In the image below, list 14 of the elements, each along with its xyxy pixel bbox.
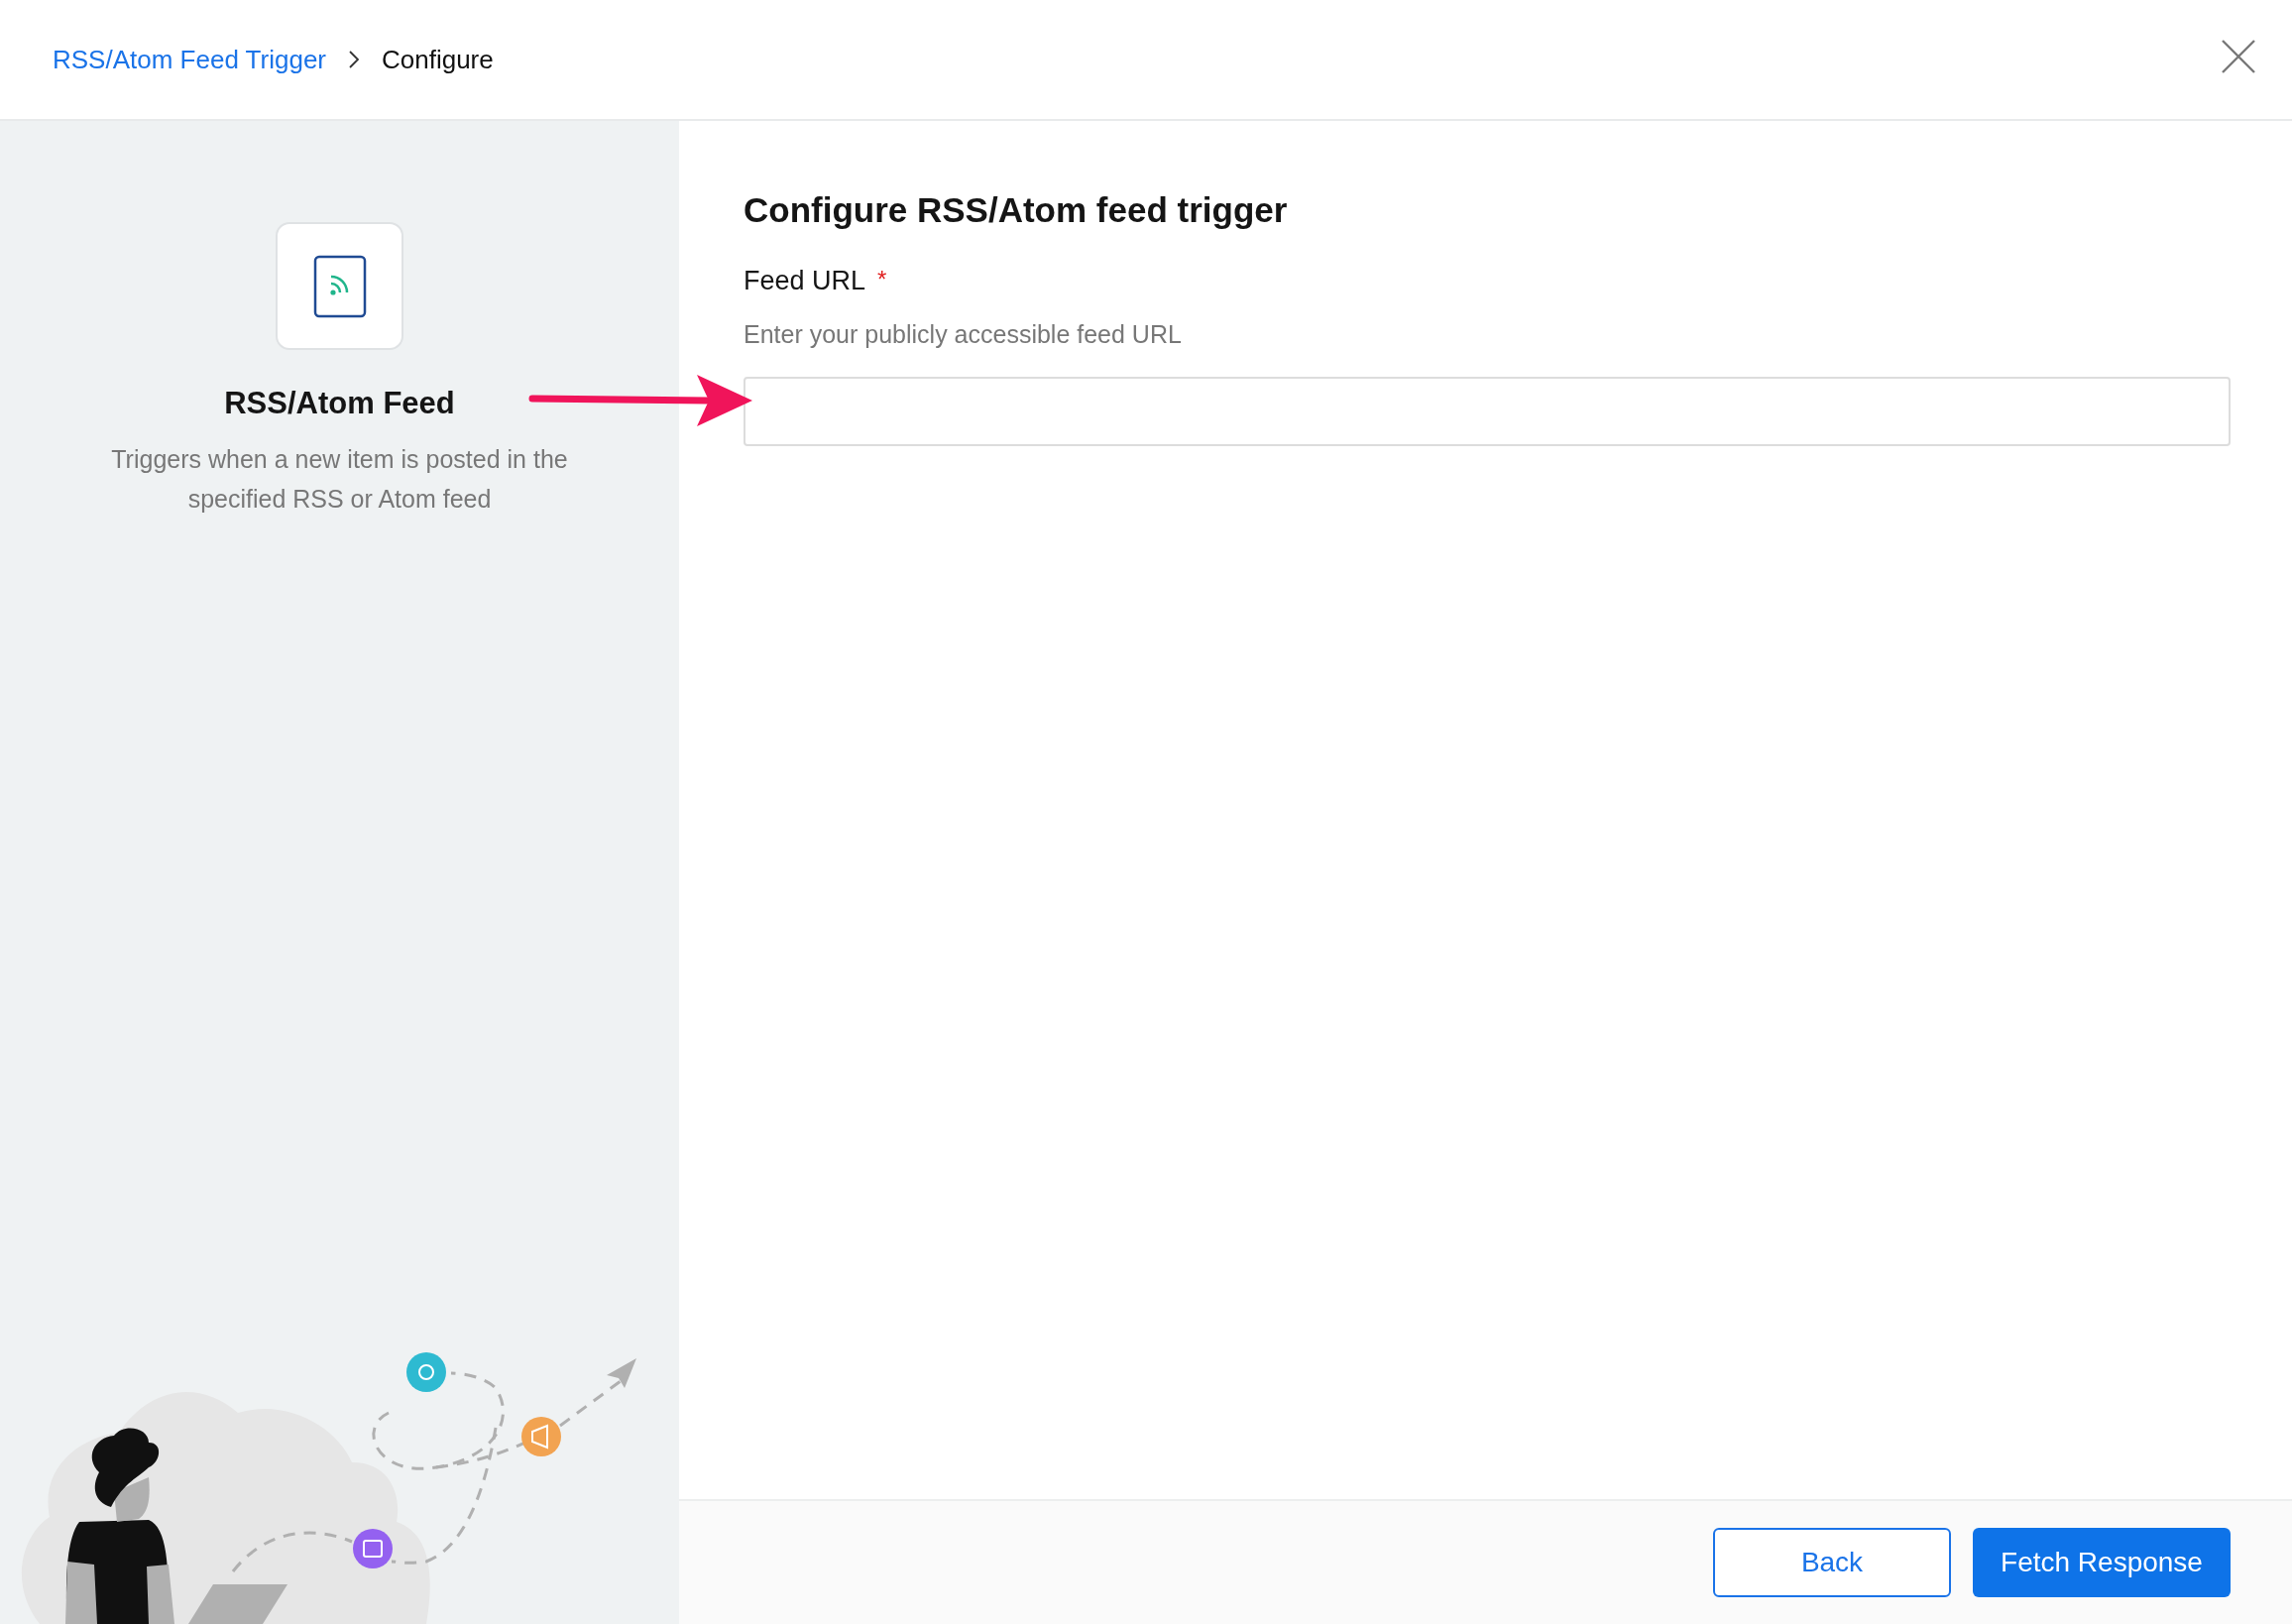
breadcrumb-current: Configure — [382, 44, 494, 75]
chevron-right-icon — [348, 50, 360, 69]
back-button[interactable]: Back — [1713, 1528, 1951, 1597]
field-label: Feed URL — [744, 266, 866, 296]
app-name: RSS/Atom Feed — [224, 386, 455, 421]
rss-icon — [312, 254, 367, 318]
feed-url-input[interactable] — [744, 377, 2231, 446]
required-mark: * — [877, 266, 887, 293]
breadcrumb-link[interactable]: RSS/Atom Feed Trigger — [53, 44, 326, 75]
form-title: Configure RSS/Atom feed trigger — [744, 190, 1289, 230]
field-hint: Enter your publicly accessible feed URL — [744, 320, 1183, 349]
app-description: Triggers when a new item is posted in the specified RSS or Atom feed — [110, 444, 569, 515]
close-icon[interactable] — [2221, 39, 2256, 74]
fetch-button[interactable]: Fetch Response — [1973, 1528, 2231, 1597]
